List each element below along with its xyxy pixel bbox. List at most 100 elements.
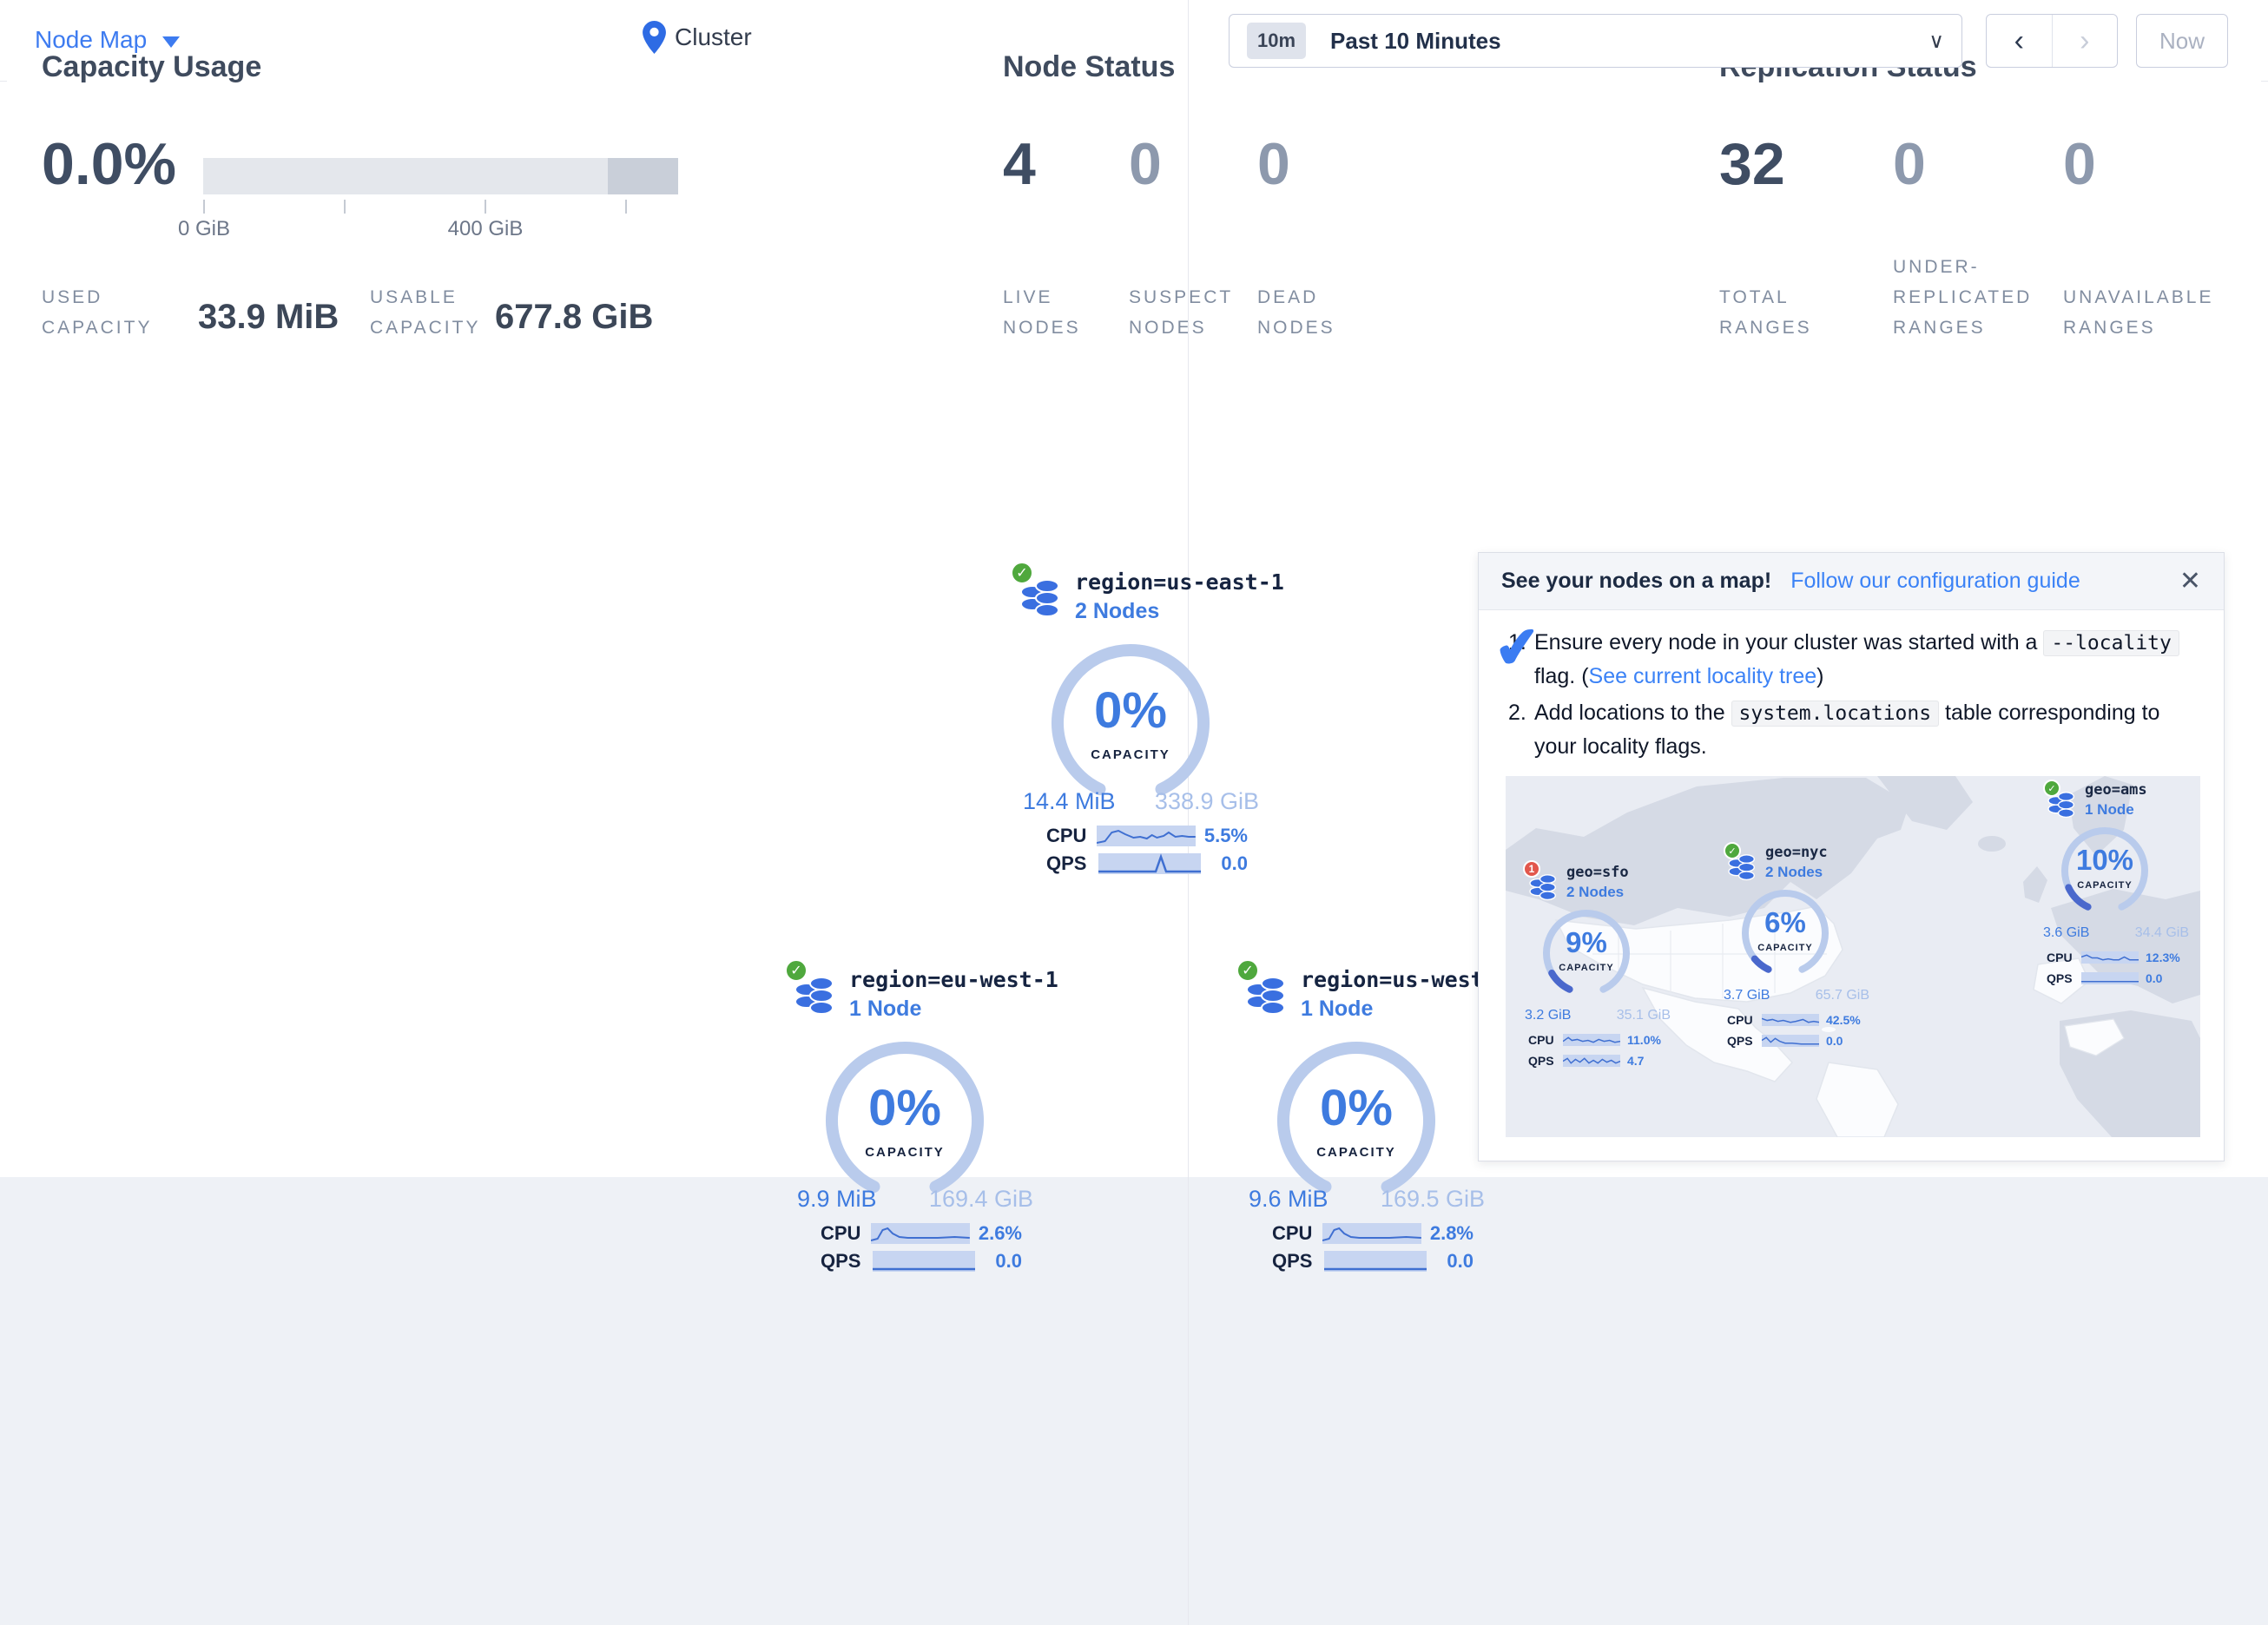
capacity-gauge: 0% CAPACITY <box>1269 1034 1443 1207</box>
gauge-percent: 9% <box>1539 926 1634 959</box>
used-capacity: 9.6 MiB <box>1249 1186 1328 1213</box>
healthy-check-icon: ✓ <box>784 958 808 983</box>
capacity-gauge: 0% CAPACITY <box>1044 636 1217 810</box>
used-capacity-value: 33.9 MiB <box>198 298 339 337</box>
popup-header: See your nodes on a map! Follow our conf… <box>1479 553 2224 610</box>
time-step-back-button[interactable]: ‹ <box>1987 15 2053 67</box>
cpu-sparkline <box>1322 1223 1421 1244</box>
gauge-capacity-label: CAPACITY <box>818 1145 992 1160</box>
region-node-eu-west-1[interactable]: ✓ region=eu-west-1 1 Node 0% CAPACITY 9.… <box>784 953 1045 1292</box>
used-capacity-label: USED CAPACITY <box>42 282 152 343</box>
alert-badge-icon: 1 <box>1523 860 1540 878</box>
database-icon <box>1528 872 1558 909</box>
qps-sparkline <box>2081 972 2139 984</box>
map-node-name: geo=sfo <box>1566 864 1629 881</box>
axis-tick-label: 0 GiB <box>152 217 256 241</box>
total-capacity: 35.1 GiB <box>1617 1008 1671 1023</box>
region-nodes-link[interactable]: 1 Node <box>849 997 921 1022</box>
total-ranges-label: TOTAL RANGES <box>1719 282 1812 343</box>
step-done-check-icon: ✔ <box>1491 613 1544 682</box>
time-range-dropdown[interactable]: 10m Past 10 Minutes ∨ <box>1229 14 1962 68</box>
cpu-value: 2.6% <box>979 1222 1022 1245</box>
region-nodes-link[interactable]: 2 Nodes <box>1075 599 1159 624</box>
region-node-us-west-1[interactable]: ✓ region=us-west-1 1 Node 0% CAPACITY 9.… <box>1236 953 1496 1292</box>
live-nodes-label: LIVE NODES <box>1003 282 1081 343</box>
qps-sparkline <box>1324 1251 1427 1272</box>
qps-label: QPS <box>821 1250 867 1273</box>
chevron-down-icon: ∨ <box>1928 29 1944 54</box>
under-replicated-label: UNDER- REPLICATED RANGES <box>1893 252 2032 343</box>
qps-label: QPS <box>1528 1054 1561 1068</box>
map-node-count-link[interactable]: 2 Nodes <box>1566 884 1624 901</box>
view-selector-label: Node Map <box>35 26 147 53</box>
used-capacity: 9.9 MiB <box>797 1186 877 1213</box>
region-name: region=eu-west-1 <box>849 967 1058 992</box>
healthy-check-icon: ✓ <box>1724 842 1741 859</box>
capacity-percent: 0.0% <box>42 130 176 198</box>
under-replicated-count: 0 <box>1893 130 1926 198</box>
time-step-forward-button[interactable]: › <box>2053 15 2118 67</box>
time-now-button[interactable]: Now <box>2136 14 2228 68</box>
live-nodes-count: 4 <box>1003 130 1036 198</box>
map-node-count-link[interactable]: 1 Node <box>2085 801 2134 819</box>
time-range-label: Past 10 Minutes <box>1330 28 1928 55</box>
cpu-sparkline <box>1762 1014 1819 1026</box>
map-node-geo-sfo[interactable]: 1 geo=sfo 2 Nodes 9% <box>1525 862 1681 1070</box>
used-capacity: 3.6 GiB <box>2043 925 2089 941</box>
breadcrumb-cluster-label: Cluster <box>675 23 752 51</box>
used-capacity: 14.4 MiB <box>1023 788 1116 815</box>
capacity-usage-title: Capacity Usage <box>42 50 261 84</box>
qps-sparkline <box>1762 1035 1819 1047</box>
time-range-badge: 10m <box>1247 23 1306 59</box>
map-pin-icon <box>643 21 666 54</box>
healthy-check-icon: ✓ <box>1236 958 1260 983</box>
qps-value: 4.7 <box>1627 1054 1676 1068</box>
region-node-us-east-1[interactable]: ✓ region=us-east-1 2 Nodes 0% CAPACITY 1… <box>1010 556 1270 894</box>
step-text: ) <box>1816 664 1823 688</box>
cpu-label: CPU <box>1046 825 1091 847</box>
total-capacity: 338.9 GiB <box>1155 788 1259 815</box>
cpu-label: CPU <box>2047 951 2080 964</box>
capacity-reserved-segment <box>608 158 678 194</box>
capacity-gauge: 9% CAPACITY <box>1539 905 1634 1001</box>
node-status-title: Node Status <box>1003 50 1175 84</box>
gauge-capacity-label: CAPACITY <box>1044 747 1217 762</box>
total-capacity: 65.7 GiB <box>1816 988 1869 1003</box>
breadcrumb: Cluster <box>643 21 752 54</box>
axis-tick <box>344 200 346 214</box>
unavailable-count: 0 <box>2063 130 2096 198</box>
cpu-label: CPU <box>821 1222 866 1245</box>
usable-capacity-value: 677.8 GiB <box>495 298 653 337</box>
configuration-guide-link[interactable]: Follow our configuration guide <box>1790 569 2080 594</box>
cpu-label: CPU <box>1528 1033 1561 1047</box>
cpu-sparkline <box>1097 826 1196 846</box>
qps-value: 0.0 <box>984 1250 1022 1273</box>
total-capacity: 169.5 GiB <box>1381 1186 1485 1213</box>
gauge-capacity-label: CAPACITY <box>1269 1145 1443 1160</box>
total-capacity: 169.4 GiB <box>929 1186 1033 1213</box>
qps-sparkline <box>1098 853 1201 874</box>
map-node-name: geo=nyc <box>1765 844 1828 861</box>
qps-label: QPS <box>1727 1034 1760 1048</box>
map-node-count-link[interactable]: 2 Nodes <box>1765 864 1823 881</box>
close-icon[interactable]: ✕ <box>2179 566 2201 596</box>
gauge-capacity-label: CAPACITY <box>2057 880 2153 891</box>
suspect-nodes-count: 0 <box>1129 130 1162 198</box>
gauge-capacity-label: CAPACITY <box>1539 963 1634 973</box>
healthy-check-icon: ✓ <box>1010 561 1034 585</box>
view-selector-dropdown[interactable]: Node Map <box>35 26 180 54</box>
capacity-usage-bar <box>203 158 678 194</box>
locality-tree-link[interactable]: See current locality tree <box>1589 664 1817 688</box>
popup-steps: 1.Ensure every node in your cluster was … <box>1534 626 2205 766</box>
region-nodes-link[interactable]: 1 Node <box>1301 997 1373 1022</box>
gauge-percent: 6% <box>1737 906 1833 939</box>
map-node-geo-ams[interactable]: ✓ geo=ams 1 Node 10% <box>2043 780 2199 988</box>
time-step-buttons: ‹ › <box>1986 14 2118 68</box>
qps-value: 0.0 <box>1210 852 1248 875</box>
map-node-geo-nyc[interactable]: ✓ geo=nyc 2 Nodes 6% <box>1724 842 1880 1050</box>
suspect-nodes-label: SUSPECT NODES <box>1129 282 1233 343</box>
capacity-gauge: 0% CAPACITY <box>818 1034 992 1207</box>
cpu-value: 42.5% <box>1826 1013 1875 1027</box>
dead-nodes-count: 0 <box>1257 130 1290 198</box>
cpu-value: 11.0% <box>1627 1033 1676 1047</box>
